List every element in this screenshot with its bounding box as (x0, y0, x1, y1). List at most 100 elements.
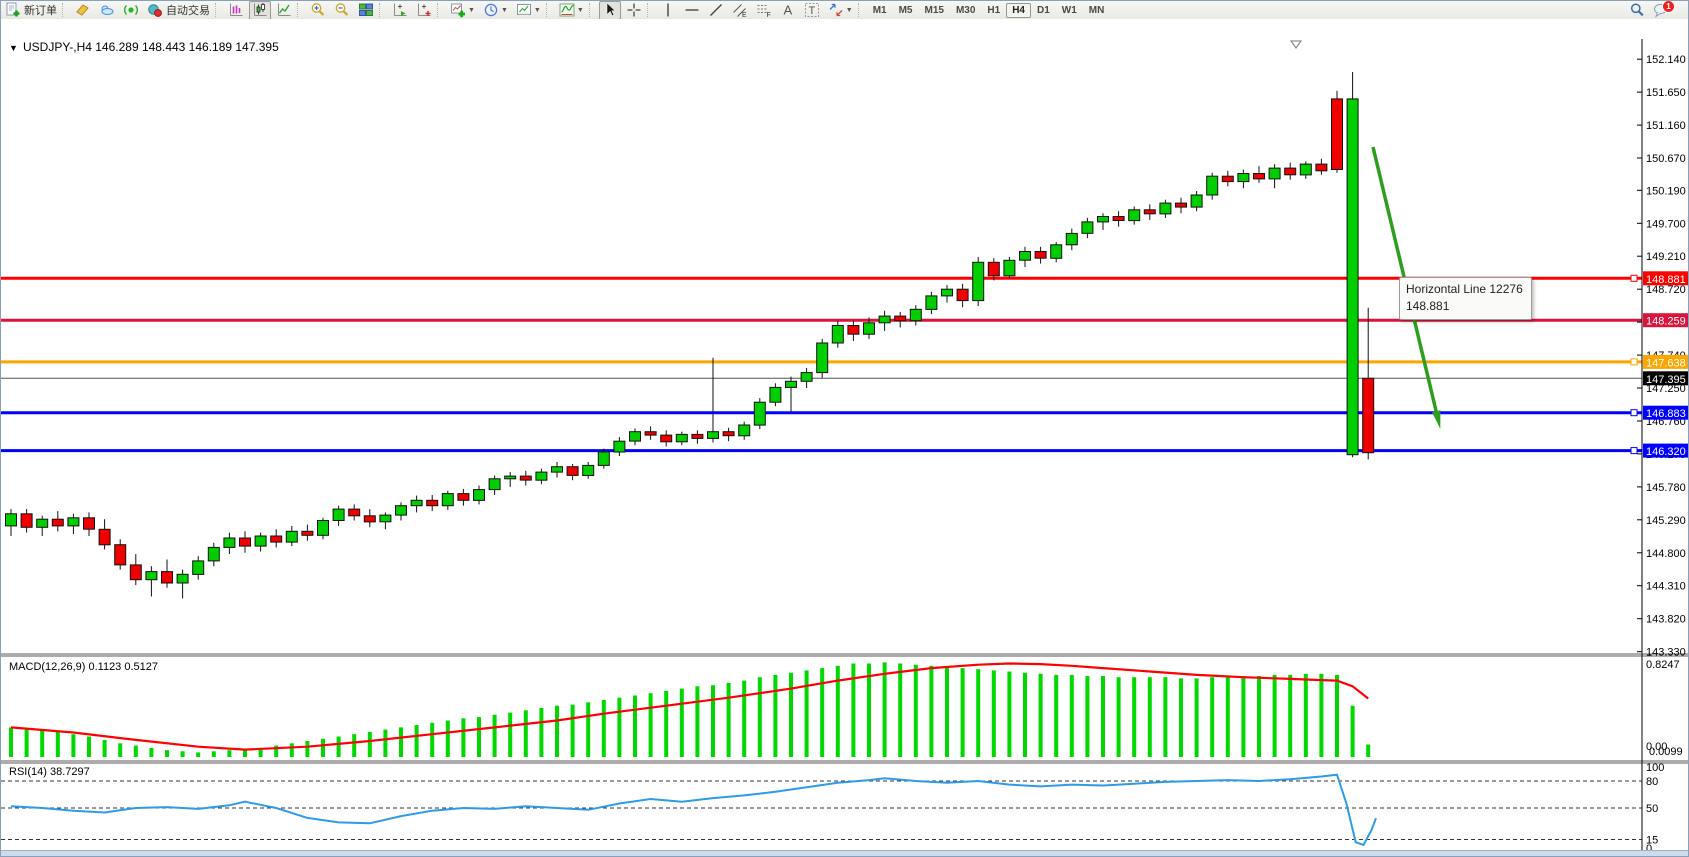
macd-histogram-bar (181, 751, 185, 757)
svg-text:E: E (742, 12, 747, 18)
macd-histogram-bar (149, 748, 153, 757)
svg-text:A: A (783, 3, 792, 18)
timeframe-D1-button[interactable]: D1 (1031, 3, 1056, 18)
macd-histogram-bar (477, 717, 481, 757)
macd-histogram-bar (134, 746, 138, 757)
text-button[interactable]: A (777, 1, 799, 20)
tile-windows-button[interactable] (355, 1, 377, 20)
macd-histogram-bar (1085, 676, 1089, 757)
timeframe-MN-button[interactable]: MN (1083, 3, 1111, 18)
candlestick (723, 432, 734, 436)
equidistant-channel-button[interactable]: E (729, 1, 751, 20)
macd-histogram-bar (383, 730, 387, 757)
candlestick (396, 506, 407, 515)
macd-histogram-bar (1101, 676, 1105, 757)
timeframe-H4-button[interactable]: H4 (1006, 3, 1031, 18)
new-order-button[interactable]: 新订单 (2, 1, 60, 20)
candlestick (926, 296, 937, 310)
macd-histogram-bar (461, 718, 465, 757)
timeframe-M15-button[interactable]: M15 (919, 3, 950, 18)
history-button[interactable] (72, 1, 94, 20)
candlestick (1035, 252, 1046, 259)
candlestick (1144, 210, 1155, 214)
templates-button[interactable]: ▼ (513, 1, 544, 20)
dropdown-arrow-icon[interactable]: ▼ (846, 7, 853, 14)
candlestick (1207, 176, 1218, 195)
periods-button[interactable]: ▼ (480, 1, 511, 20)
candlestick (1285, 168, 1296, 175)
trendline-button[interactable] (705, 1, 727, 20)
price-chart[interactable]: MACD(12,26,9) 0.1123 0.5127RSI(14) 38.72… (1, 19, 1689, 850)
line-price-label: 147.638 (1643, 355, 1689, 370)
zoom-out-button[interactable] (331, 1, 353, 20)
macd-histogram-bar (87, 737, 91, 758)
candlestick (458, 494, 469, 501)
candlestick (1004, 260, 1015, 276)
text-label-button[interactable]: T (801, 1, 823, 20)
macd-histogram-bar (602, 700, 606, 757)
dropdown-arrow-icon[interactable]: ▼ (501, 7, 508, 14)
chart-shift-button[interactable] (413, 1, 435, 20)
hline-icon (684, 2, 700, 18)
candlestick (708, 432, 719, 439)
candlestick (380, 515, 391, 522)
candlestick (661, 435, 672, 442)
candlestick (1238, 174, 1249, 182)
line-handle[interactable] (1631, 275, 1637, 281)
vertical-line-button[interactable] (657, 1, 679, 20)
price-tick-label: 148.720 (1646, 284, 1686, 296)
candlestick (1316, 164, 1327, 171)
zoom-in-icon (310, 2, 326, 18)
line-chart-button[interactable] (273, 1, 295, 20)
candlestick (910, 309, 921, 320)
chart-window[interactable]: MACD(12,26,9) 0.1123 0.5127RSI(14) 38.72… (1, 19, 1689, 850)
line-price-label: 146.883 (1643, 406, 1689, 421)
dropdown-arrow-icon[interactable]: ▼ (534, 7, 541, 14)
line-handle[interactable] (1631, 448, 1637, 454)
cursor-button[interactable] (599, 1, 621, 20)
autotrade-button[interactable]: 自动交易 (144, 1, 213, 20)
macd-histogram-bar (820, 668, 824, 757)
candlestick (817, 343, 828, 373)
crosshair-button[interactable] (623, 1, 645, 20)
dropdown-arrow-icon[interactable]: ▼ (468, 7, 475, 14)
arrows-objects-button[interactable]: ▼ (825, 1, 856, 20)
status-strip (1, 850, 1689, 857)
zoom-in-button[interactable] (307, 1, 329, 20)
candle-chart-button[interactable] (249, 1, 271, 20)
add-indicator-button[interactable]: ▼ (447, 1, 478, 20)
fibonacci-button[interactable]: F (753, 1, 775, 20)
timeframe-M30-button[interactable]: M30 (950, 3, 981, 18)
candlestick (1332, 99, 1343, 170)
cloud-button[interactable] (96, 1, 118, 20)
timeframe-W1-button[interactable]: W1 (1056, 3, 1083, 18)
candle-chart-icon (252, 2, 268, 18)
line-chart-icon (276, 2, 292, 18)
signals-button[interactable] (120, 1, 142, 20)
macd-histogram-bar (1179, 678, 1183, 757)
macd-zero-label2: 0.0099 (1649, 746, 1683, 758)
notifications-button[interactable]: 1 (1650, 1, 1685, 20)
timeframe-M1-button[interactable]: M1 (867, 3, 893, 18)
search-button[interactable] (1626, 1, 1648, 20)
line-price-label: 146.320 (1643, 444, 1689, 459)
bars-chart-button[interactable] (225, 1, 247, 20)
price-tick-label: 143.820 (1646, 614, 1686, 626)
candlestick (130, 565, 141, 580)
macd-histogram-bar (695, 686, 699, 757)
macd-histogram-bar (1007, 672, 1011, 758)
svg-text:148.881: 148.881 (1646, 274, 1686, 286)
macd-histogram-bar (1273, 675, 1277, 757)
horizontal-line-button[interactable] (681, 1, 703, 20)
svg-text:F: F (766, 12, 770, 18)
timeframe-M5-button[interactable]: M5 (893, 3, 919, 18)
indicators-list-button[interactable]: ▼ (556, 1, 587, 20)
line-handle[interactable] (1631, 359, 1637, 365)
auto-scroll-button[interactable] (389, 1, 411, 20)
timeframe-H1-button[interactable]: H1 (981, 3, 1006, 18)
bars-chart-icon (228, 2, 244, 18)
line-handle[interactable] (1631, 410, 1637, 416)
dropdown-arrow-icon[interactable]: ▼ (577, 7, 584, 14)
chart-title[interactable]: ▼USDJPY-,H4 146.289 148.443 146.189 147.… (9, 40, 279, 54)
macd-histogram-bar (758, 677, 762, 757)
